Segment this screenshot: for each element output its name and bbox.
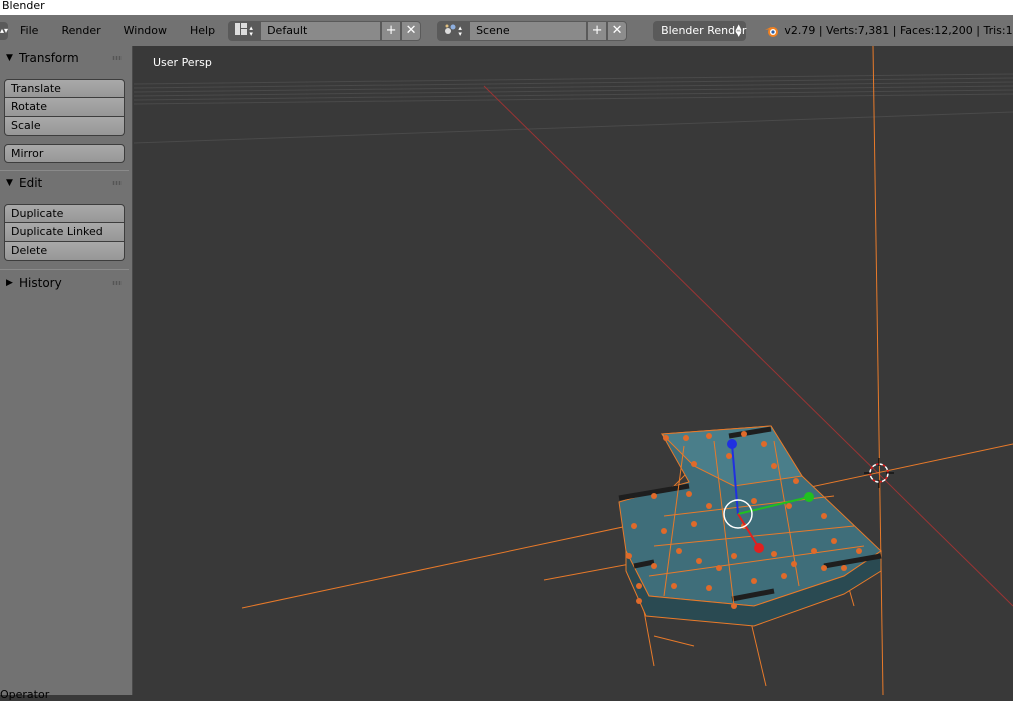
panel-edit-header[interactable]: ▼ Edit (0, 173, 130, 193)
menu-window[interactable]: Window (124, 24, 167, 37)
menu-render[interactable]: Render (61, 24, 100, 37)
panel-transform-title: Transform (19, 51, 79, 65)
window-titlebar: Blender (0, 0, 1013, 15)
scene-browse-button[interactable]: ▴ ▾ (437, 20, 470, 41)
viewport-scene (134, 46, 1013, 695)
3d-viewport[interactable]: User Persp (134, 46, 1013, 695)
scene-name-value: Scene (476, 24, 510, 37)
layout-name-field[interactable]: Default (260, 20, 382, 41)
panel-divider (0, 269, 129, 270)
layout-delete-button[interactable]: ✕ (401, 20, 422, 41)
mesh-wire-lines (241, 46, 1013, 695)
view-perspective-label: User Persp (153, 56, 212, 69)
layout-updown-icon: ▴ ▾ (249, 23, 253, 38)
scene-icon (444, 23, 456, 38)
collapsed-triangle-icon: ▶ (6, 278, 13, 288)
editor-type-button[interactable]: ▴▾ (0, 21, 9, 40)
menu-help[interactable]: Help (190, 24, 215, 37)
tool-shelf: ▼ Transform Translate Rotate Scale Mirro… (0, 46, 133, 701)
blender-logo-icon (764, 22, 780, 40)
scale-button[interactable]: Scale (4, 117, 125, 136)
layout-grid-icon (235, 23, 248, 38)
layout-name-value: Default (267, 24, 308, 37)
menu-file[interactable]: File (20, 24, 38, 37)
scene-updown-icon: ▴ ▾ (458, 23, 462, 38)
mesh-object (618, 425, 882, 627)
panel-edit-title: Edit (19, 176, 43, 190)
mirror-button[interactable]: Mirror (4, 144, 125, 163)
drag-grip-icon[interactable] (112, 56, 122, 60)
plus-icon: + (591, 23, 603, 38)
scene-selector: ▴ ▾ Scene + ✕ (437, 20, 628, 41)
expanded-triangle-icon: ▼ (6, 53, 13, 63)
layout-add-button[interactable]: + (381, 20, 402, 41)
render-engine-value: Blender Render (661, 24, 747, 37)
scene-stats: v2.79 | Verts:7,381 | Faces:12,200 | Tri… (784, 24, 1013, 37)
window-title: Blender (2, 0, 45, 12)
duplicate-button[interactable]: Duplicate (4, 204, 125, 223)
panel-divider (0, 170, 129, 171)
close-icon: ✕ (611, 23, 623, 38)
panel-transform-header[interactable]: ▼ Transform (0, 48, 130, 68)
info-header: ▴▾ File Render Window Help ▴ ▾ Default + … (0, 15, 1013, 46)
grid-lines (134, 73, 1013, 144)
dropdown-arrows-icon: ▲ ▼ (735, 22, 742, 38)
rotate-button[interactable]: Rotate (4, 98, 125, 117)
screen-layout-selector: ▴ ▾ Default + ✕ (228, 20, 422, 41)
close-icon: ✕ (405, 23, 417, 38)
scene-name-field[interactable]: Scene (469, 20, 588, 41)
drag-grip-icon[interactable] (112, 181, 122, 185)
plus-icon: + (385, 23, 397, 38)
delete-button[interactable]: Delete (4, 242, 125, 261)
expanded-triangle-icon: ▼ (6, 178, 13, 188)
editor-type-arrows-icon: ▴▾ (0, 26, 9, 35)
scene-delete-button[interactable]: ✕ (607, 20, 628, 41)
drag-grip-icon[interactable] (112, 281, 122, 285)
translate-button[interactable]: Translate (4, 79, 125, 98)
panel-history-title: History (19, 276, 62, 290)
layout-browse-button[interactable]: ▴ ▾ (228, 20, 261, 41)
duplicate-linked-button[interactable]: Duplicate Linked (4, 223, 125, 242)
render-engine-dropdown[interactable]: Blender Render ▲ ▼ (653, 20, 747, 41)
scene-add-button[interactable]: + (587, 20, 608, 41)
panel-history-header[interactable]: ▶ History (0, 273, 130, 293)
